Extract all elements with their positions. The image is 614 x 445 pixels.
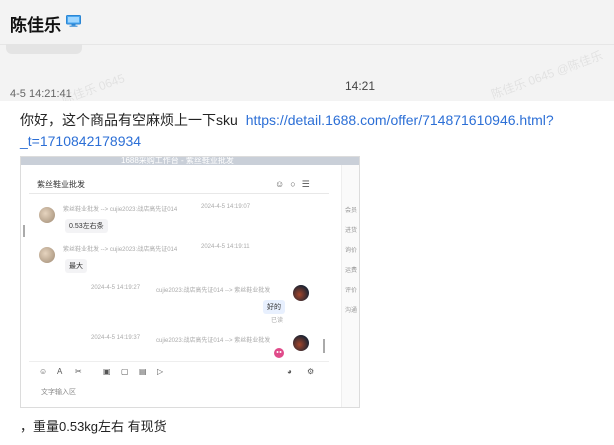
message-text: 你好，这个商品有空麻烦上一下sku: [20, 112, 238, 128]
message-bubble: 最大: [65, 259, 87, 273]
chat-header: 陈佳乐: [0, 0, 614, 45]
product-link[interactable]: https://detail.1688.com/offer/7148716109…: [246, 112, 554, 128]
avatar: [293, 335, 309, 351]
product-link-continued[interactable]: _t=1710842178934: [20, 133, 141, 149]
font-icon[interactable]: A: [57, 367, 62, 376]
message-time: 2024-4-5 14:19:27: [91, 285, 141, 291]
avatar: [39, 247, 55, 263]
panel-item: 进货: [345, 228, 358, 234]
message-timestamp: 4-5 14:21:41: [10, 88, 72, 100]
screenshot-titlebar-text: 1688采购工作台 - 紫丝鞋业批发: [121, 156, 234, 165]
message-sender: cujie2023:战店高先证014 --> 紫丝鞋业批发: [156, 338, 271, 344]
message-sender: 紫丝鞋业批发 --> cujie2023:战店高先证014: [63, 207, 178, 213]
panel-item: 沟通: [345, 308, 358, 314]
message-time: 2024-4-5 14:19:07: [201, 204, 251, 210]
clipboard-icon[interactable]: ▤: [139, 367, 147, 376]
image-icon[interactable]: ▣: [103, 367, 111, 376]
message-footer-text: ，重量0.53kg左右 有现货: [20, 419, 167, 434]
screenshot-titlebar: 1688采购工作台 - 紫丝鞋业批发: [21, 157, 359, 165]
message-bubble: 0.53左右条: [65, 219, 108, 233]
time-divider: 14:21: [345, 79, 376, 93]
settings-icon[interactable]: ⚙: [307, 367, 314, 376]
scissors-icon[interactable]: ✂: [75, 367, 82, 376]
screenshot-right-panel: 会员 进货 询价 运费 评价 沟通: [341, 165, 359, 407]
message-card: 你好，这个商品有空麻烦上一下sku https://detail.1688.co…: [0, 101, 614, 445]
text-input-area[interactable]: 文字输入区: [41, 387, 76, 397]
read-status: 已读: [271, 318, 284, 324]
screenshot-header-icons: ☺○☰: [275, 179, 316, 189]
divider: [29, 193, 329, 194]
avatar: [293, 285, 309, 301]
divider: [29, 361, 329, 362]
message-body: 你好，这个商品有空麻烦上一下sku https://detail.1688.co…: [20, 110, 600, 152]
sticker-icon: [274, 348, 284, 358]
scrollbar: [323, 339, 325, 353]
contact-name: 陈佳乐: [10, 16, 61, 35]
scrollbar: [23, 225, 25, 237]
message-time: 2024-4-5 14:19:37: [91, 335, 141, 341]
emoji-icon[interactable]: ☺: [39, 367, 47, 376]
avatar: [39, 207, 55, 223]
message-bubble: 好的: [263, 300, 285, 314]
chat-screenshot-image[interactable]: 1688采购工作台 - 紫丝鞋业批发 紫丝鞋业批发 ☺○☰ 紫丝鞋业批发 -->…: [20, 156, 360, 408]
video-icon[interactable]: ▷: [157, 367, 163, 376]
folder-icon[interactable]: ▢: [121, 367, 129, 376]
message-time: 2024-4-5 14:19:11: [201, 244, 250, 250]
panel-item: 询价: [345, 248, 358, 254]
panel-item: 评价: [345, 288, 358, 294]
watermark: 陈佳乐 0645 @陈佳乐: [489, 48, 605, 102]
previous-message-bubble: [6, 44, 82, 54]
compass-icon[interactable]: ◕: [287, 367, 292, 376]
message-sender: 紫丝鞋业批发 --> cujie2023:战店高先证014: [63, 247, 178, 253]
screenshot-chat-title: 紫丝鞋业批发: [37, 180, 85, 189]
computer-icon: [66, 15, 81, 27]
panel-item: 会员: [345, 208, 358, 214]
message-sender: cujie2023:战店高先证014 --> 紫丝鞋业批发: [156, 288, 271, 294]
panel-item: 运费: [345, 268, 358, 274]
